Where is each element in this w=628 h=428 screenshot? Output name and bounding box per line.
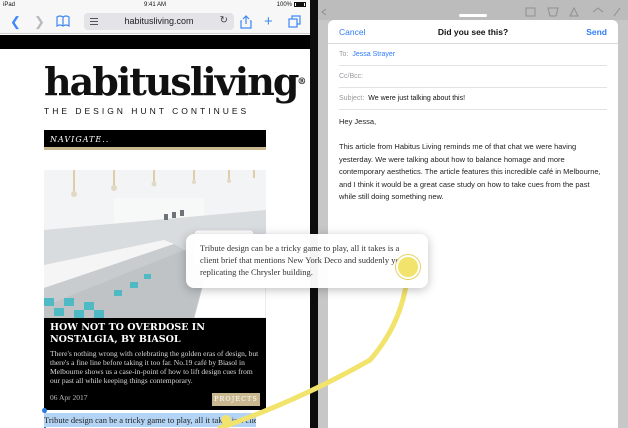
- battery-label: 100%: [276, 2, 292, 8]
- nav-label: NAVIGATE..: [50, 135, 110, 144]
- message-body[interactable]: Hey Jessa, This article from Habitus Liv…: [339, 116, 601, 216]
- article-card[interactable]: HOW NOT TO OVERDOSE IN NOSTALGIA, BY BIA…: [44, 318, 266, 410]
- cc-bcc-field[interactable]: Cc/Bcc:: [339, 66, 607, 88]
- chevron-left-icon[interactable]: ❮: [10, 15, 21, 29]
- message-paragraph: This article from Habitus Living reminds…: [339, 142, 601, 201]
- reload-icon[interactable]: ↻: [220, 15, 228, 26]
- address-bar[interactable]: habitusliving.com ↻: [84, 13, 234, 30]
- compose-title: Did you see this?: [437, 27, 509, 37]
- send-button[interactable]: Send: [586, 27, 607, 37]
- registered-icon: ®: [297, 77, 307, 87]
- book-icon[interactable]: [56, 15, 70, 30]
- battery-icon: [294, 2, 306, 7]
- to-field[interactable]: To: Jessa Strayer: [339, 44, 607, 66]
- to-label: To:: [339, 51, 349, 58]
- article-category-tag[interactable]: PROJECTS: [212, 393, 260, 406]
- status-bar: iPad 9:41 AM 100%: [0, 0, 310, 10]
- safari-toolbar: ❮ ❯ habitusliving.com ↻ +: [0, 10, 310, 34]
- share-icon[interactable]: [240, 15, 252, 32]
- plus-icon[interactable]: +: [264, 14, 273, 29]
- subject-label: Subject:: [339, 95, 365, 102]
- article-title[interactable]: HOW NOT TO OVERDOSE IN NOSTALGIA, BY BIA…: [50, 322, 260, 346]
- article-excerpt: There's nothing wrong with celebrating t…: [50, 349, 259, 385]
- compose-header: Cancel Did you see this? Send: [328, 20, 618, 44]
- split-view-divider[interactable]: [310, 0, 318, 428]
- drag-preview[interactable]: Tribute design can be a tricky game to p…: [186, 234, 428, 288]
- chevron-right-icon[interactable]: ❯: [34, 15, 45, 29]
- sheet-grabber[interactable]: [459, 14, 487, 17]
- tabs-icon[interactable]: [288, 15, 301, 31]
- subject-field[interactable]: Subject: We were just talking about this!: [339, 88, 607, 110]
- article-date: 06 Apr 2017: [50, 393, 88, 402]
- time-label: 9:41 AM: [143, 2, 166, 8]
- site-nav-bar[interactable]: NAVIGATE..: [44, 130, 266, 150]
- logo-text: habitusliving: [44, 59, 299, 104]
- message-greeting: Hey Jessa,: [339, 117, 377, 126]
- site-tagline: THE DESIGN HUNT CONTINUES: [44, 106, 250, 116]
- drag-preview-text: Tribute design can be a tricky game to p…: [200, 243, 413, 277]
- mail-toolbar-ghost: [318, 0, 628, 20]
- subject-value[interactable]: We were just talking about this!: [368, 95, 465, 102]
- site-top-bar: [0, 35, 310, 49]
- selected-text[interactable]: Tribute design can be a tricky game to p…: [44, 413, 256, 427]
- compose-sheet: Cancel Did you see this? Send To: Jessa S…: [328, 14, 618, 428]
- recipient-token[interactable]: Jessa Strayer: [352, 51, 395, 58]
- mail-pane: Cancel Did you see this? Send To: Jessa S…: [318, 0, 628, 428]
- url-text: habitusliving.com: [124, 16, 194, 26]
- cc-label: Cc/Bcc:: [339, 73, 364, 80]
- battery-indicator: 100%: [277, 2, 306, 8]
- site-logo[interactable]: habitusliving®: [44, 62, 306, 102]
- safari-pane: iPad 9:41 AM 100% ❮ ❯ habitusliving.com …: [0, 0, 310, 428]
- touch-point-icon: [396, 255, 420, 279]
